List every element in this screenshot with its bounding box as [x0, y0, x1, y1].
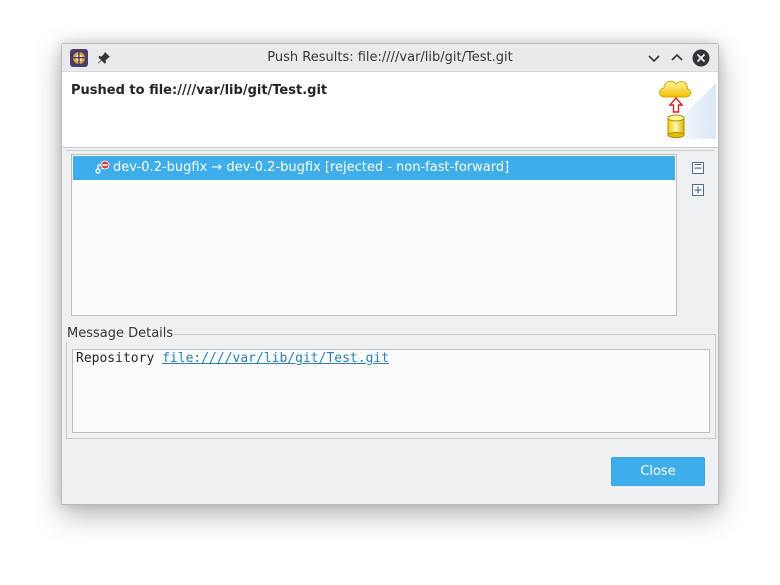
- dialog-header: Pushed to file:////var/lib/git/Test.git: [62, 72, 718, 148]
- repository-link[interactable]: file:////var/lib/git/Test.git: [162, 351, 389, 366]
- close-window-button[interactable]: [692, 49, 710, 67]
- maximize-button[interactable]: [668, 49, 686, 67]
- tree-row[interactable]: dev-0.2-bugfix → dev-0.2-bugfix [rejecte…: [73, 156, 675, 180]
- message-details-label: Message Details: [66, 326, 175, 342]
- expand-all-button[interactable]: [691, 183, 705, 197]
- push-results-dialog: Push Results: file:////var/lib/git/Test.…: [61, 43, 719, 505]
- push-results-tree[interactable]: dev-0.2-bugfix → dev-0.2-bugfix [rejecte…: [71, 154, 677, 316]
- cloud-push-icon: [659, 80, 716, 139]
- message-details-text[interactable]: Repository file:////var/lib/git/Test.git: [72, 349, 710, 433]
- header-title: Pushed to file:////var/lib/git/Test.git: [71, 83, 328, 98]
- header-separator: [66, 150, 714, 151]
- tree-row-label: dev-0.2-bugfix → dev-0.2-bugfix [rejecte…: [113, 160, 510, 175]
- window-title: Push Results: file:////var/lib/git/Test.…: [267, 50, 513, 65]
- pin-icon[interactable]: [96, 50, 112, 66]
- eclipse-app-icon[interactable]: [69, 48, 89, 68]
- rejected-ref-icon: [95, 160, 110, 174]
- collapse-all-button[interactable]: [691, 161, 705, 175]
- details-prefix: Repository: [76, 351, 163, 366]
- title-bar[interactable]: Push Results: file:////var/lib/git/Test.…: [62, 44, 718, 72]
- desktop: Push Results: file:////var/lib/git/Test.…: [0, 0, 780, 585]
- minimize-button[interactable]: [645, 49, 663, 67]
- close-button[interactable]: Close: [611, 457, 705, 486]
